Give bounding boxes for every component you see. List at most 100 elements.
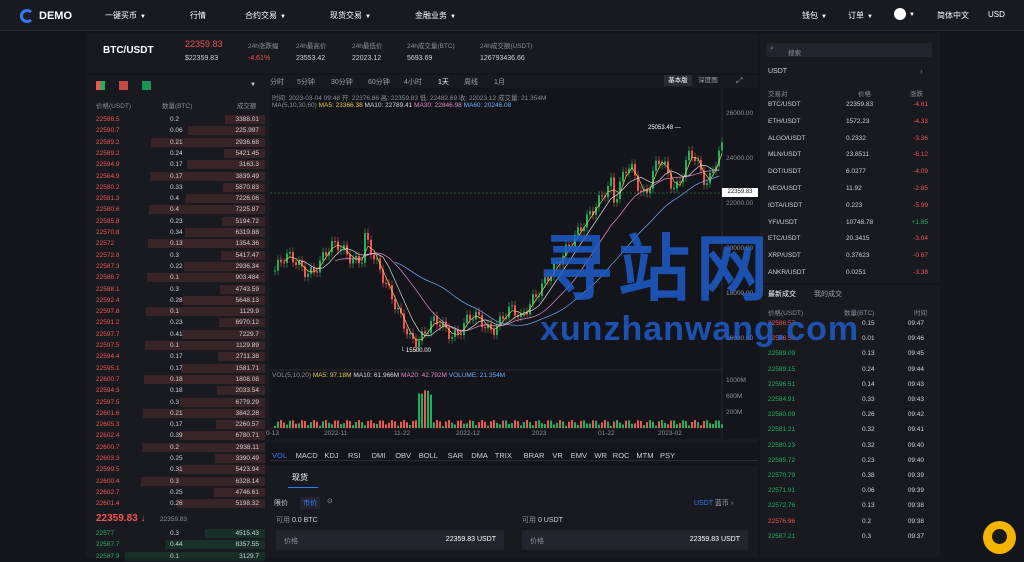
ask-row[interactable]: 22601.6 0.21 3842.28 bbox=[92, 408, 265, 419]
ask-row[interactable]: 22597.5 0.3 6779.29 bbox=[92, 397, 265, 408]
ask-row[interactable]: 22597.5 0.1 1129.89 bbox=[92, 340, 265, 351]
nav-language[interactable]: 简体中文 bbox=[937, 10, 969, 21]
sell-price-input[interactable]: 价格 22359.83 USDT bbox=[522, 530, 748, 550]
indicator-dmi[interactable]: DMI bbox=[372, 451, 386, 460]
ask-row[interactable]: 22570.8 0.34 6319.88 bbox=[92, 227, 265, 238]
pair-title[interactable]: BTC/USDT bbox=[103, 45, 154, 56]
ask-row[interactable]: 22597.8 0.1 1129.9 bbox=[92, 306, 265, 317]
indicator-vr[interactable]: VR bbox=[552, 451, 562, 460]
ask-row[interactable]: 22594.3 0.18 2033.54 bbox=[92, 385, 265, 396]
order-type-market[interactable]: 市价 bbox=[300, 497, 320, 509]
support-chat-icon[interactable] bbox=[983, 521, 1016, 554]
bid-row[interactable]: 22577 0.3 4515.43 bbox=[92, 528, 265, 539]
nav-buy-crypto[interactable]: 一键买币 ▼ bbox=[105, 10, 146, 21]
ask-row[interactable]: 22602.4 0.39 6780.71 bbox=[92, 430, 265, 441]
timeframe-4[interactable]: 4小时 bbox=[404, 77, 422, 87]
ask-row[interactable]: 22600.7 0.18 1808.08 bbox=[92, 374, 265, 385]
info-icon[interactable]: ⊙ bbox=[327, 497, 333, 505]
ask-row[interactable]: 22589.2 0.24 5421.45 bbox=[92, 148, 265, 159]
orderbook-bids-icon[interactable] bbox=[142, 81, 151, 90]
transfer-link[interactable]: USDT 蓝币 › bbox=[694, 498, 733, 508]
ask-row[interactable]: 22587.3 0.22 2936.34 bbox=[92, 261, 265, 272]
ask-row[interactable]: 22581.3 0.4 7226.06 bbox=[92, 193, 265, 204]
nav-contract[interactable]: 合约交易 ▼ bbox=[245, 10, 286, 21]
user-menu[interactable]: ▼ bbox=[894, 8, 915, 20]
indicator-kdj[interactable]: KDJ bbox=[324, 451, 338, 460]
ask-row[interactable]: 22588.1 0.3 4743.59 bbox=[92, 284, 265, 295]
logo[interactable]: DEMO bbox=[20, 8, 72, 24]
buy-price-input[interactable]: 价格 22359.83 USDT bbox=[276, 530, 504, 550]
timeframe-2[interactable]: 30分钟 bbox=[331, 77, 353, 87]
market-row[interactable]: MLN/USDT 23.8511 -6.12 bbox=[766, 147, 932, 164]
ask-row[interactable]: 22601.4 0.26 5198.32 bbox=[92, 498, 265, 509]
ask-row[interactable]: 22586.5 0.2 3388.01 bbox=[92, 114, 265, 125]
ask-row[interactable]: 22584.9 0.17 3839.49 bbox=[92, 171, 265, 182]
ask-row[interactable]: 22591.2 0.23 6970.12 bbox=[92, 317, 265, 328]
orderbook-asks-icon[interactable] bbox=[119, 81, 128, 90]
ask-row[interactable]: 22595.1 0.17 1581.71 bbox=[92, 363, 265, 374]
timeframe-5[interactable]: 1天 bbox=[438, 77, 449, 87]
indicator-obv[interactable]: OBV bbox=[395, 451, 411, 460]
ask-row[interactable]: 22589.2 0.21 2936.68 bbox=[92, 137, 265, 148]
indicator-macd[interactable]: MACD bbox=[296, 451, 318, 460]
market-row[interactable]: IOTA/USDT 0.223 -5.99 bbox=[766, 198, 932, 215]
market-row[interactable]: NEO/USDT 11.92 -2.85 bbox=[766, 181, 932, 198]
ask-row[interactable]: 22594.4 0.17 2711.38 bbox=[92, 351, 265, 362]
ask-row[interactable]: 22603.3 0.25 3390.49 bbox=[92, 453, 265, 464]
indicator-trix[interactable]: TRIX bbox=[495, 451, 512, 460]
ask-row[interactable]: 22597.7 0.41 7229.7 bbox=[92, 329, 265, 340]
market-row[interactable]: DOT/USDT 6.0277 -4.09 bbox=[766, 164, 932, 181]
fullscreen-icon[interactable]: ⤢ bbox=[736, 76, 742, 86]
ask-row[interactable]: 22580.2 0.33 5870.83 bbox=[92, 182, 265, 193]
indicator-wr[interactable]: WR bbox=[594, 451, 607, 460]
ask-row[interactable]: 22605.3 0.17 2260.57 bbox=[92, 419, 265, 430]
precision-dropdown-icon[interactable]: ▼ bbox=[250, 82, 256, 88]
market-row[interactable]: ANKR/USDT 0.0251 -3.38 bbox=[766, 265, 932, 282]
view-depth-button[interactable]: 深度图 bbox=[694, 75, 722, 86]
timeframe-7[interactable]: 1月 bbox=[494, 77, 505, 87]
nav-orders[interactable]: 订单 ▼ bbox=[848, 10, 873, 21]
indicator-roc[interactable]: ROC bbox=[613, 451, 630, 460]
indicator-vol[interactable]: VOL bbox=[272, 451, 287, 460]
indicator-boll[interactable]: BOLL bbox=[419, 451, 438, 460]
tab-spot[interactable]: 现货 bbox=[292, 472, 308, 483]
timeframe-6[interactable]: 周线 bbox=[464, 77, 478, 87]
nav-currency[interactable]: USD bbox=[988, 10, 1005, 19]
nav-market[interactable]: 行情 bbox=[190, 10, 206, 21]
market-row[interactable]: BTC/USDT 22359.83 -4.61 bbox=[766, 97, 932, 114]
nav-spot[interactable]: 现货交易 ▼ bbox=[330, 10, 371, 21]
market-search[interactable]: ⌕ 搜索 bbox=[766, 43, 932, 57]
ask-row[interactable]: 22600.7 0.2 2938.11 bbox=[92, 442, 265, 453]
ask-row[interactable]: 22594.9 0.17 3163.3 bbox=[92, 159, 265, 170]
indicator-brar[interactable]: BRAR bbox=[524, 451, 545, 460]
indicator-rsi[interactable]: RSI bbox=[348, 451, 361, 460]
indicator-mtm[interactable]: MTM bbox=[636, 451, 653, 460]
ask-row[interactable]: 22602.7 0.25 4746.61 bbox=[92, 487, 265, 498]
orderbook-both-icon[interactable] bbox=[96, 81, 105, 90]
ask-row[interactable]: 22572 0.13 1354.36 bbox=[92, 238, 265, 249]
bid-row[interactable]: 22587.9 0.1 3129.7 bbox=[92, 551, 265, 562]
indicator-sar[interactable]: SAR bbox=[448, 451, 463, 460]
nav-wallet[interactable]: 钱包 ▼ bbox=[802, 10, 827, 21]
ask-row[interactable]: 22599.5 0.31 5423.94 bbox=[92, 464, 265, 475]
view-basic-button[interactable]: 基本版 bbox=[664, 75, 692, 86]
order-type-limit[interactable]: 限价 bbox=[274, 498, 288, 508]
ask-row[interactable]: 22590.7 0.06 225.997 bbox=[92, 125, 265, 136]
indicator-emv[interactable]: EMV bbox=[571, 451, 587, 460]
chevron-right-icon[interactable]: › bbox=[920, 67, 923, 76]
market-row[interactable]: XRP/USDT 0.37623 -0.67 bbox=[766, 248, 932, 265]
market-row[interactable]: ETC/USDT 20.3415 -3.04 bbox=[766, 231, 932, 248]
timeframe-1[interactable]: 5分钟 bbox=[297, 77, 315, 87]
ask-row[interactable]: 22592.4 0.28 5648.13 bbox=[92, 295, 265, 306]
timeframe-3[interactable]: 60分钟 bbox=[368, 77, 390, 87]
indicator-dma[interactable]: DMA bbox=[471, 451, 488, 460]
ask-row[interactable]: 22572.8 0.3 5417.47 bbox=[92, 250, 265, 261]
nav-finance[interactable]: 金融业务 ▼ bbox=[415, 10, 456, 21]
market-row[interactable]: ALGO/USDT 0.2332 -3.36 bbox=[766, 131, 932, 148]
timeframe-0[interactable]: 分时 bbox=[270, 77, 284, 87]
market-row[interactable]: YFI/USDT 10748.78 +1.85 bbox=[766, 215, 932, 232]
ask-row[interactable]: 22580.6 0.4 7225.87 bbox=[92, 204, 265, 215]
indicator-psy[interactable]: PSY bbox=[660, 451, 675, 460]
market-row[interactable]: ETH/USDT 1572.23 -4.33 bbox=[766, 114, 932, 131]
ask-row[interactable]: 22586.7 0.1 903.484 bbox=[92, 272, 265, 283]
